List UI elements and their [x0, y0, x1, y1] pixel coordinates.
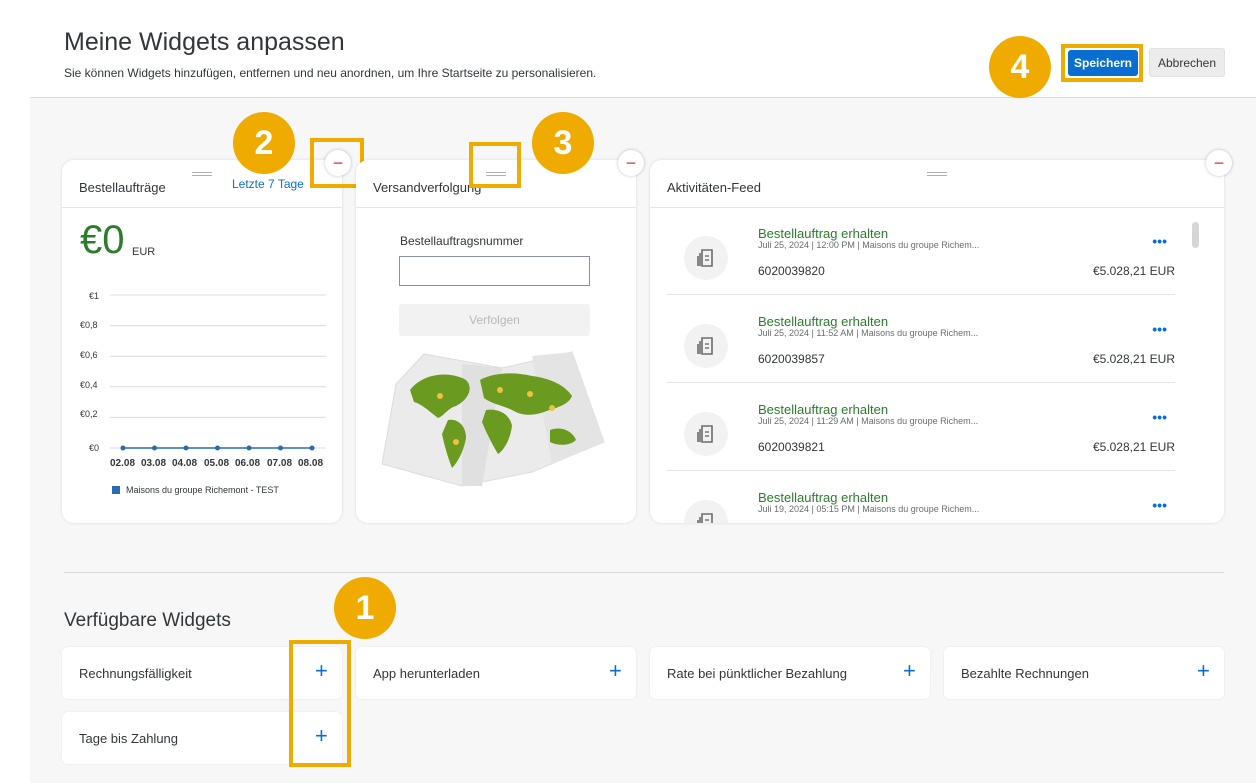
track-button[interactable]: Verfolgen [399, 304, 590, 336]
legend-swatch [112, 486, 120, 494]
available-widget-tile[interactable]: Bezahlte Rechnungen + [944, 647, 1224, 699]
callout-badge-3: 3 [532, 112, 594, 174]
feed-scrollbar[interactable] [1192, 222, 1199, 248]
document-icon [684, 412, 728, 456]
feed-item[interactable]: Bestellauftrag erhalten Juli 19, 2024 | … [667, 471, 1175, 523]
order-number-input[interactable] [399, 256, 590, 286]
feed-item-title[interactable]: Bestellauftrag erhalten [758, 490, 888, 505]
x-tick-label: 06.08 [235, 458, 261, 469]
x-tick-label: 04.08 [172, 458, 198, 469]
feed-item-amount: €5.028,21 EUR [1092, 264, 1175, 278]
order-number-label: Bestellauftragsnummer [400, 234, 524, 248]
x-tick-label: 05.08 [204, 458, 230, 469]
save-highlight-box [1061, 44, 1143, 82]
document-icon [684, 500, 728, 523]
feed-item-meta: Juli 25, 2024 | 11:29 AM | Maisons du gr… [758, 416, 979, 426]
x-tick-label: 07.08 [267, 458, 293, 469]
feed-item[interactable]: Bestellauftrag erhalten Juli 25, 2024 | … [667, 295, 1175, 383]
section-divider [64, 572, 1224, 573]
tile-label: App herunterladen [373, 666, 480, 681]
remove-widget-tracking-button[interactable]: − [618, 150, 644, 176]
data-point [120, 445, 126, 451]
world-map-illustration [382, 351, 605, 487]
x-tick-label: 08.08 [298, 458, 324, 469]
document-icon [684, 236, 728, 280]
available-widget-tile[interactable]: Rate bei pünktlicher Bezahlung + [650, 647, 930, 699]
remove-widget-feed-button[interactable]: − [1206, 150, 1232, 176]
add-widget-icon[interactable]: + [903, 660, 916, 682]
orders-chart-plot [110, 294, 326, 451]
widget-feed-header: Aktivitäten-Feed [650, 160, 1224, 208]
add-widget-icon[interactable]: + [609, 660, 622, 682]
x-tick-label: 02.08 [110, 458, 136, 469]
callout-badge-1: 1 [334, 577, 396, 639]
feed-item-meta: Juli 25, 2024 | 11:52 AM | Maisons du gr… [758, 328, 979, 338]
feed-clip: Bestellauftrag erhalten Juli 19, 2024 | … [650, 471, 1224, 523]
document-icon [684, 324, 728, 368]
cancel-button[interactable]: Abbrechen [1149, 48, 1225, 77]
feed-item-meta: Juli 25, 2024 | 12:00 PM | Maisons du gr… [758, 240, 980, 250]
feed-item[interactable]: Bestellauftrag erhalten Juli 25, 2024 | … [667, 383, 1175, 471]
tile-label: Bezahlte Rechnungen [961, 666, 1089, 681]
feed-item-title[interactable]: Bestellauftrag erhalten [758, 226, 888, 241]
tile-label: Rechnungsfälligkeit [79, 666, 192, 681]
drag-handle-icon[interactable] [927, 172, 947, 176]
legend-label: Maisons du groupe Richemont - TEST [126, 485, 279, 495]
data-point [215, 445, 220, 451]
feed-item-title[interactable]: Bestellauftrag erhalten [758, 402, 888, 417]
available-widget-tile[interactable]: App herunterladen + [356, 647, 636, 699]
feed-item-order-id: 6020039821 [758, 440, 825, 454]
callout-badge-4: 4 [989, 36, 1051, 98]
feed-item-title[interactable]: Bestellauftrag erhalten [758, 314, 888, 329]
data-point [152, 445, 157, 451]
widget-feed-title: Aktivitäten-Feed [667, 180, 761, 195]
tile-label: Tage bis Zahlung [79, 731, 179, 746]
data-point [246, 445, 252, 451]
feed-item-meta: Juli 19, 2024 | 05:15 PM | Maisons du gr… [758, 504, 980, 514]
available-widgets-title: Verfügbare Widgets [64, 610, 231, 631]
more-options-icon[interactable]: ••• [1152, 409, 1167, 425]
widget-tracking-title: Versandverfolgung [373, 180, 482, 195]
data-point [309, 445, 315, 451]
more-options-icon[interactable]: ••• [1152, 321, 1167, 337]
more-options-icon[interactable]: ••• [1152, 233, 1167, 249]
feed-item-order-id: 6020039857 [758, 352, 825, 366]
data-point [183, 445, 189, 451]
feed-item[interactable]: Bestellauftrag erhalten Juli 25, 2024 | … [667, 207, 1175, 295]
feed-item-amount: €5.028,21 EUR [1092, 352, 1175, 366]
add-highlight-box [289, 640, 351, 767]
data-point [278, 445, 283, 451]
add-widget-icon[interactable]: + [1197, 660, 1210, 682]
tile-label: Rate bei pünktlicher Bezahlung [667, 666, 847, 681]
x-tick-label: 03.08 [141, 458, 167, 469]
drag-handle-highlight-box [469, 142, 521, 188]
feed-item-amount: €5.028,21 EUR [1092, 440, 1175, 454]
more-options-icon[interactable]: ••• [1152, 497, 1167, 513]
feed-item-order-id: 6020039820 [758, 264, 825, 278]
